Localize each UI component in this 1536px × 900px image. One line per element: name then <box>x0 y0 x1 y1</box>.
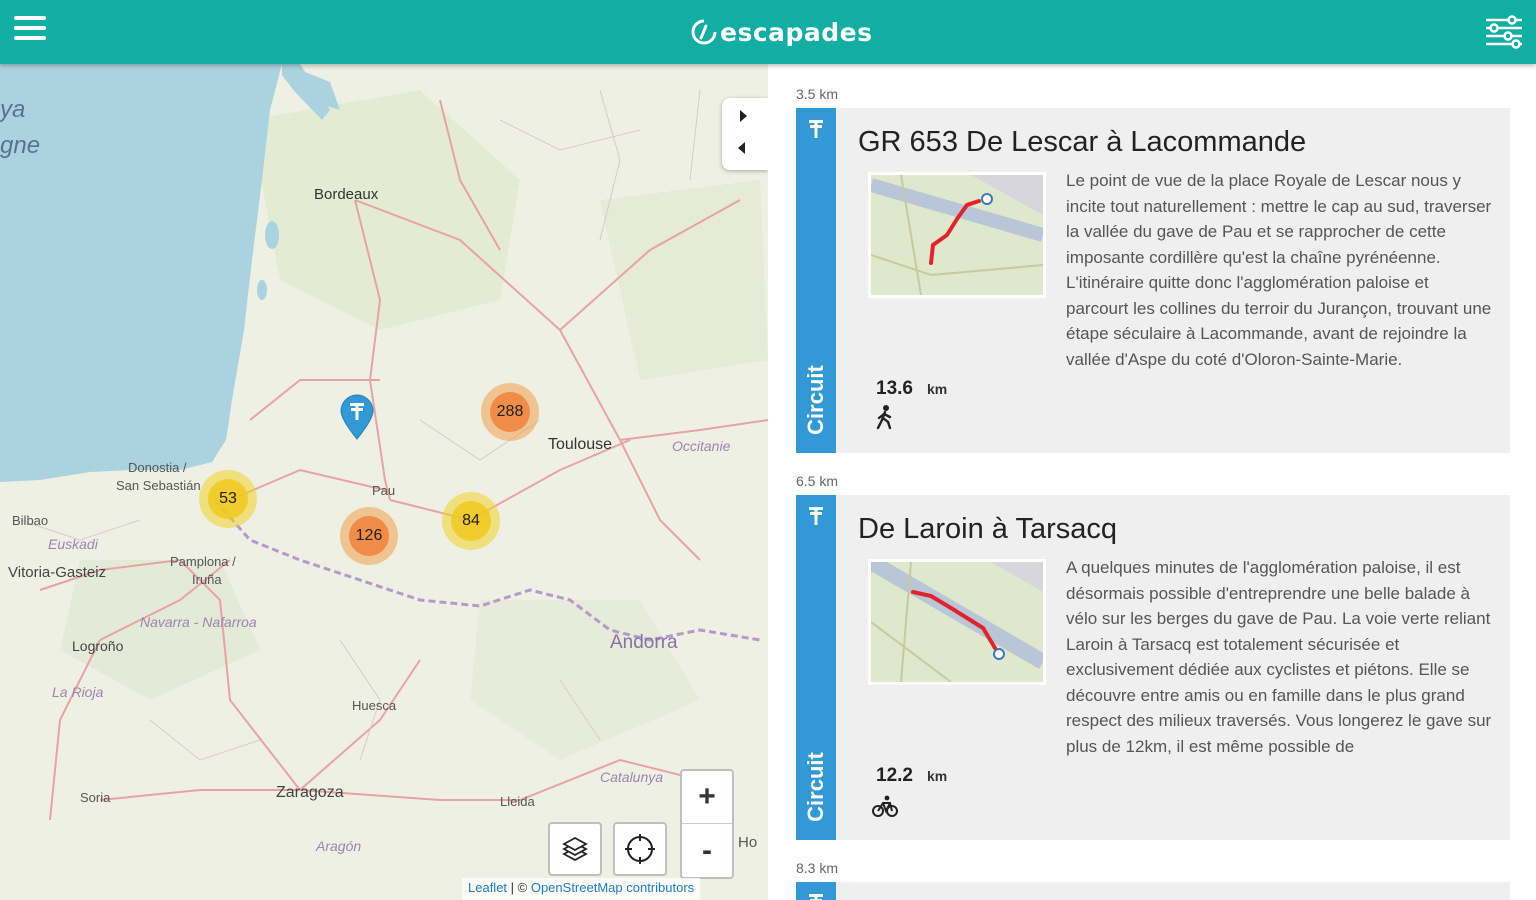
locate-button[interactable] <box>613 822 667 876</box>
map-label-logrono: Logroño <box>72 638 124 654</box>
hiking-sign-icon <box>809 120 823 138</box>
card-length: 12.2 km <box>876 765 948 786</box>
map-cluster-53[interactable]: 53 <box>199 470 257 528</box>
map-view[interactable]: ya gne Bordeaux Toulouse Occitanie Donos… <box>0 64 768 900</box>
card-type-label: Circuit <box>803 752 828 822</box>
map-label-pamplona-1: Pamplona / <box>170 554 236 569</box>
map-label-donostia-2: San Sebastián <box>116 478 201 493</box>
list-item[interactable]: Circuit GR 653 De Lescar à Lacommande Le… <box>796 108 1510 453</box>
zoom-out-button[interactable]: - <box>682 824 732 877</box>
map-label-aragon: Aragón <box>316 838 362 854</box>
attribution-separator: | © <box>507 880 531 895</box>
card-title: GR 653 De Lescar à Lacommande <box>858 126 1307 158</box>
locate-crosshair-icon <box>625 834 655 864</box>
app-header: escapades <box>0 0 1536 64</box>
map-label-andorra: Andorra <box>610 632 678 653</box>
collapse-left-icon <box>738 142 745 154</box>
list-item[interactable] <box>796 882 1510 900</box>
layers-button[interactable] <box>548 822 602 876</box>
card-description: Le point de vue de la place Royale de Le… <box>1066 171 1492 369</box>
layers-icon <box>562 836 588 862</box>
map-label-occitanie: Occitanie <box>672 438 731 454</box>
card-description: A quelques minutes de l'agglomération pa… <box>1066 558 1492 756</box>
expand-right-icon <box>740 110 747 122</box>
map-label-catalunya: Catalunya <box>600 769 664 785</box>
hiking-map-marker-icon[interactable] <box>338 394 376 440</box>
item-distance: 6.5 km <box>796 473 839 489</box>
map-label-partial: Ho <box>738 834 758 851</box>
cluster-count: 288 <box>490 392 530 432</box>
map-label-vitoria: Vitoria-Gasteiz <box>8 564 107 581</box>
map-label-toulouse: Toulouse <box>548 436 613 453</box>
map-label-bilbao: Bilbao <box>12 513 49 528</box>
card-type-band: Circuit <box>796 495 836 840</box>
map-cluster-84[interactable]: 84 <box>442 492 500 550</box>
map-label-pamplona-2: Iruña <box>192 572 222 587</box>
card-type-band <box>796 882 836 900</box>
item-distance: 8.3 km <box>796 860 839 876</box>
card-title: De Laroin à Tarsacq <box>858 513 1118 545</box>
hiking-sign-icon <box>809 507 823 525</box>
bicycle-icon <box>872 795 898 817</box>
card-length: 13.6 km <box>876 378 948 399</box>
app-title: escapades <box>720 17 873 47</box>
map-label-sea-2: gne <box>0 132 41 159</box>
item-distance: 3.5 km <box>796 86 839 102</box>
map-label-navarra: Navarra - Nafarroa <box>140 614 257 630</box>
walking-icon <box>876 405 892 430</box>
map-label-euskadi: Euskadi <box>48 536 98 552</box>
map-cluster-126[interactable]: 126 <box>340 507 398 565</box>
map-label-zaragoza: Zaragoza <box>276 784 344 801</box>
panel-toggle-button[interactable] <box>722 98 768 170</box>
cluster-count: 126 <box>349 516 389 556</box>
map-attribution: Leaflet | © OpenStreetMap contributors <box>462 878 701 900</box>
map-label-donostia-1: Donostia / <box>128 460 187 475</box>
map-label-huesca: Huesca <box>352 698 397 713</box>
zoom-in-button[interactable]: + <box>682 771 732 824</box>
hiking-sign-icon <box>809 894 823 900</box>
app-logo: escapades <box>690 14 873 50</box>
zoom-control: + - <box>680 769 734 879</box>
results-list[interactable]: 3.5 km Circuit GR 653 De Lescar à Lacomm… <box>768 64 1536 900</box>
leaflet-link[interactable]: Leaflet <box>468 880 507 895</box>
map-label-pau: Pau <box>372 483 396 498</box>
map-cluster-288[interactable]: 288 <box>481 383 539 441</box>
cluster-count: 84 <box>451 501 491 541</box>
map-label-sea-1: ya <box>0 96 26 123</box>
card-type-band: Circuit <box>796 108 836 453</box>
sliders-filter-icon[interactable] <box>1484 14 1524 50</box>
map-label-bordeaux: Bordeaux <box>314 186 379 203</box>
map-label-la-rioja: La Rioja <box>52 684 104 700</box>
card-type-label: Circuit <box>803 365 828 435</box>
cluster-count: 53 <box>208 479 248 519</box>
osm-link[interactable]: OpenStreetMap contributors <box>531 880 694 895</box>
map-label-lleida: Lleida <box>500 794 535 809</box>
hamburger-menu-icon[interactable] <box>14 16 50 48</box>
map-label-soria: Soria <box>80 790 111 805</box>
list-item[interactable]: Circuit De Laroin à Tarsacq A quelques m… <box>796 495 1510 840</box>
escapades-logo-icon <box>691 19 717 45</box>
